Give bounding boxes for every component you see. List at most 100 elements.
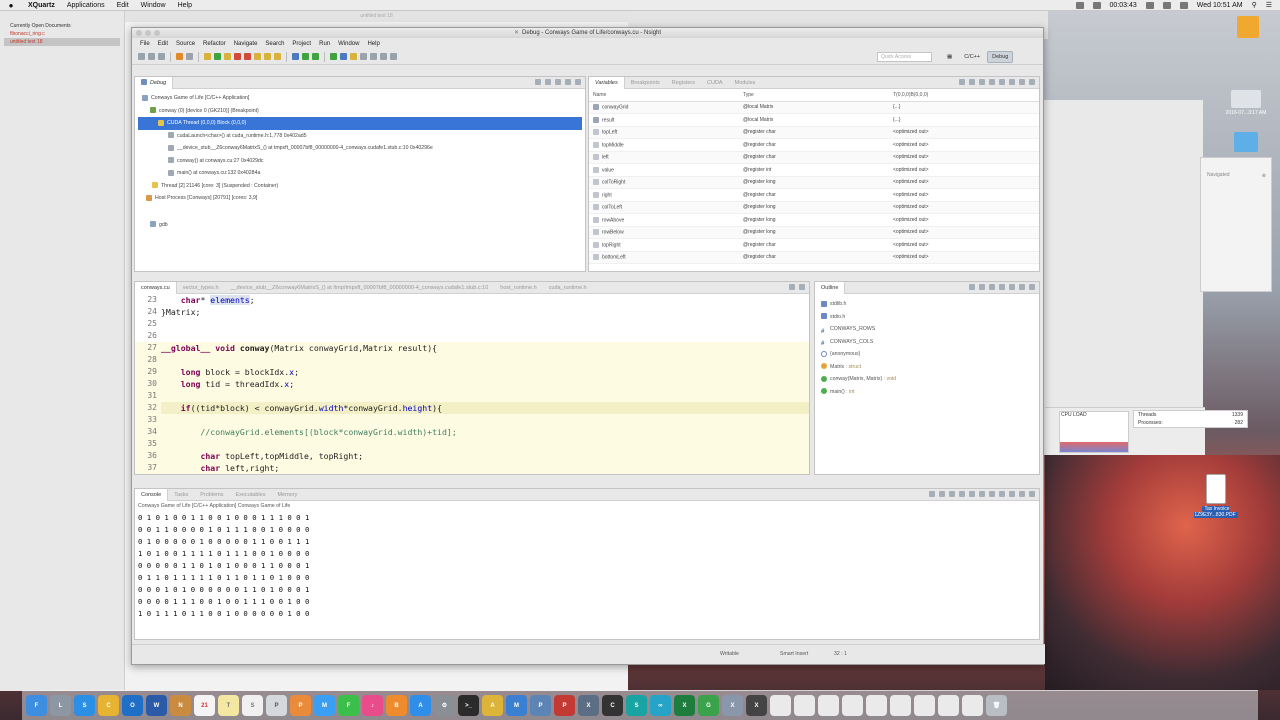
xquartz-icon[interactable]: X [746,695,767,716]
document-thumbnail[interactable] [938,695,959,716]
tab-executables[interactable]: Executables [229,489,271,501]
view-menu-icon[interactable] [1009,79,1015,85]
quick-access-input[interactable]: Quick Access [877,52,932,62]
table-row[interactable]: topLeft @register char <optimized out> [589,126,1039,139]
table-row[interactable]: rowBelow @register long <optimized out> [589,226,1039,239]
safari-icon[interactable]: S [74,695,95,716]
document-thumbnail[interactable] [914,695,935,716]
skip-breakpoints-icon[interactable] [204,53,211,60]
desktop-pdf-icon[interactable]: Tax Invoice 1Z9E3Y...830.PDF [1186,474,1246,518]
word-wrap-icon[interactable] [979,491,985,497]
open-console-icon[interactable] [1009,491,1015,497]
document-thumbnail[interactable] [794,695,815,716]
app-store-icon[interactable]: A [410,695,431,716]
menu-item-window[interactable]: Window [135,2,172,9]
document-thumbnail[interactable] [770,695,791,716]
build-icon[interactable] [176,53,183,60]
volume-icon[interactable] [1162,1,1171,9]
display-console-icon[interactable] [999,491,1005,497]
outline-item[interactable]: conway(Matrix, Matrix) : void [821,373,1033,386]
nav-back-icon[interactable] [380,53,387,60]
step-into-icon[interactable] [254,53,261,60]
globe-icon[interactable]: G [698,695,719,716]
menu-item-edit[interactable]: Edit [111,2,135,9]
tree-item-host-thread[interactable]: Thread [2] 21146 [core: 3] (Suspended : … [138,180,582,193]
wifi-icon[interactable] [1145,1,1154,9]
nav-forward-icon[interactable] [390,53,397,60]
facetime-icon[interactable]: F [338,695,359,716]
perspective-debug[interactable]: Debug [987,51,1014,63]
table-row[interactable]: right @register char <optimized out> [589,188,1039,202]
menu-run[interactable]: Run [315,41,334,47]
view-menu-icon[interactable] [555,79,561,85]
minimize-icon[interactable] [1019,79,1025,85]
step-return-icon[interactable] [274,53,281,60]
debug-icon[interactable] [292,53,299,60]
table-row[interactable]: conwayGrid @local Matrix {...} [589,101,1039,114]
maximize-icon[interactable] [1029,491,1035,497]
hide-fields-icon[interactable] [989,284,995,290]
document-thumbnail[interactable] [818,695,839,716]
tab-breakpoints[interactable]: Breakpoints [625,77,666,89]
menu-search[interactable]: Search [261,41,288,47]
tree-item-launch[interactable]: Conways Game of Life [C/C++ Application] [138,92,582,105]
tree-item-gdb[interactable]: gdb [138,219,582,232]
new-class-icon[interactable] [330,53,337,60]
terminal-icon[interactable]: >_ [458,695,479,716]
tab-cuda-runtime[interactable]: cuda_runtime.h [543,282,593,294]
menu-app-name[interactable]: XQuartz [22,2,61,9]
search-icon[interactable] [350,53,357,60]
tree-item-host-process[interactable]: Host Process [Conways] [20791] [cores: 3… [138,192,582,205]
table-row[interactable]: topRight @register char <optimized out> [589,238,1039,252]
annotation-icon[interactable] [370,53,377,60]
remove-all-icon[interactable] [999,79,1005,85]
run-icon[interactable] [302,53,309,60]
terminate-icon[interactable] [929,491,935,497]
table-row[interactable]: bottomLeft @register char <optimized out> [589,251,1039,264]
close-icon[interactable]: ⊗ [1262,173,1266,179]
arduino-icon[interactable]: A [482,695,503,716]
xcode-icon[interactable]: X [578,695,599,716]
open-perspective-icon[interactable]: ▦ [942,51,957,63]
terminate-icon[interactable] [234,53,241,60]
excel-icon[interactable]: X [674,695,695,716]
calendar-icon[interactable]: 21 [194,695,215,716]
tree-item-cuda-thread[interactable]: CUDA Thread (0,0,0) Block (0,0,0) [138,117,582,130]
table-row[interactable]: result @local Matrix {...} [589,113,1039,127]
activity-icon[interactable]: M [506,695,527,716]
menu-source[interactable]: Source [172,41,199,47]
menu-project[interactable]: Project [288,41,315,47]
table-row[interactable]: value @register int <optimized out> [589,163,1039,177]
document-thumbnail[interactable] [962,695,983,716]
outline-item[interactable]: Matrix : struct [821,361,1033,374]
minimize-icon[interactable] [565,79,571,85]
scroll-lock-icon[interactable] [969,491,975,497]
stack-frame[interactable]: __device_stub__Z6conway6MatrixS_() at tm… [138,142,582,155]
add-icon[interactable] [979,79,985,85]
remove-launch-icon[interactable] [939,491,945,497]
document-thumbnail[interactable] [842,695,863,716]
skype-icon[interactable]: S [626,695,647,716]
document-item[interactable]: fibonacci_ring.c [4,30,120,38]
build-config-icon[interactable] [186,53,193,60]
timer-clock[interactable]: 00:03:43 [1110,2,1137,9]
column-name[interactable]: Name [589,89,739,102]
document-thumbnail[interactable] [890,695,911,716]
minimize-icon[interactable] [1019,491,1025,497]
outline-item[interactable]: stdio.h [821,311,1033,324]
disconnect-icon[interactable] [244,53,251,60]
menu-file[interactable]: File [136,41,154,47]
table-row[interactable]: left @register char <optimized out> [589,151,1039,164]
outlook-icon[interactable]: O [122,695,143,716]
tab-device-stub[interactable]: __device_stub__Z6conway6MatrixS_() at /t… [225,282,495,294]
tab-cuda[interactable]: CUDA [701,77,729,89]
tab-console[interactable]: Console [135,488,169,501]
minimize-icon[interactable] [1019,284,1025,290]
table-row[interactable]: colToLeft @register long <optimized out> [589,201,1039,214]
clock[interactable]: Wed 10:51 AM [1197,2,1243,9]
tab-problems[interactable]: Problems [194,489,229,501]
settings-icon[interactable]: ⚙ [434,695,455,716]
table-row[interactable]: rowAbove @register long <optimized out> [589,213,1039,227]
tab-tasks[interactable]: Tasks [168,489,194,501]
save-all-icon[interactable] [158,53,165,60]
